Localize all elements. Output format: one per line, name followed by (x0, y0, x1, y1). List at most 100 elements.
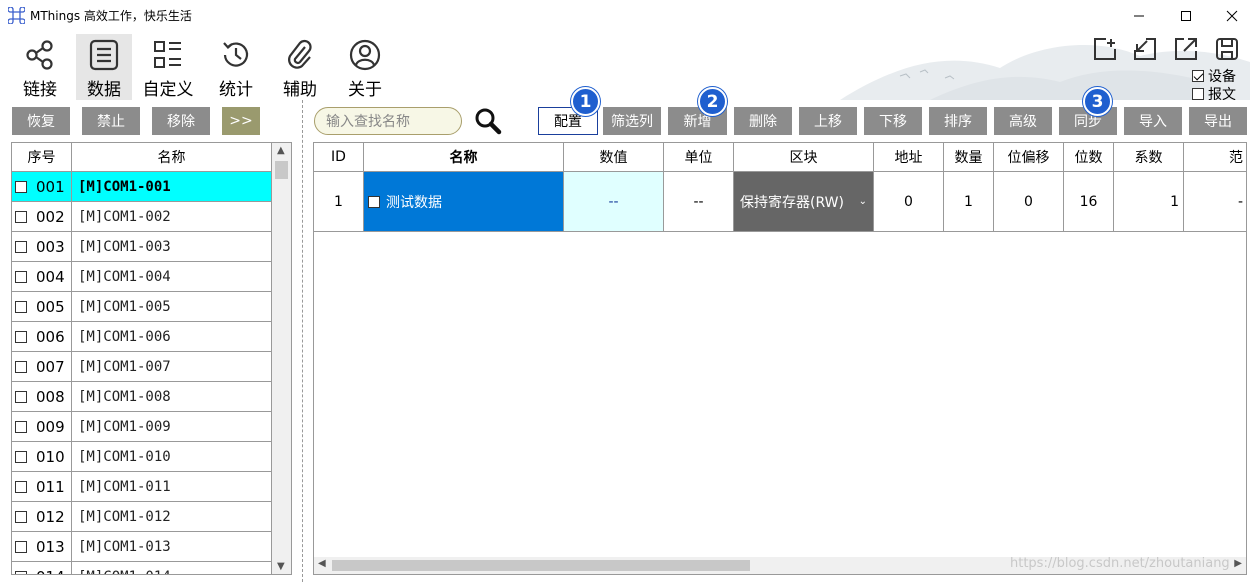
option-message[interactable]: 报文 (1192, 84, 1236, 100)
sort-button[interactable]: 排序 (929, 107, 987, 135)
import-button[interactable]: 导入 (1124, 107, 1182, 135)
col-count[interactable]: 数量 (944, 143, 994, 171)
cell-factor[interactable]: 1 (1114, 172, 1184, 231)
scroll-left-icon[interactable]: ◀ (318, 558, 326, 569)
cell-value[interactable]: -- (564, 172, 664, 231)
hscroll-thumb[interactable] (332, 560, 750, 571)
list-item[interactable]: 002 [M]COM1-002 (12, 202, 272, 232)
delete-button[interactable]: 删除 (734, 107, 792, 135)
step-badge-1: 1 (571, 87, 600, 116)
tool-assist[interactable]: 辅助 (272, 34, 328, 100)
move-down-button[interactable]: 下移 (864, 107, 922, 135)
list-item-checkbox[interactable] (15, 360, 27, 373)
list-item[interactable]: 003 [M]COM1-003 (12, 232, 272, 262)
cell-bit-offset[interactable]: 0 (994, 172, 1064, 231)
list-item-checkbox[interactable] (15, 210, 27, 223)
tool-about[interactable]: 关于 (337, 34, 393, 100)
scroll-right-icon[interactable]: ▶ (1234, 558, 1242, 569)
user-icon (349, 39, 381, 71)
tool-custom[interactable]: 自定义 (140, 34, 196, 100)
table-row[interactable]: 1 测试数据 -- -- 保持寄存器(RW) ⌄ 0 1 0 16 1 - (314, 172, 1246, 232)
cell-id[interactable]: 1 (314, 172, 364, 231)
list-item[interactable]: 005 [M]COM1-005 (12, 292, 272, 322)
list-item[interactable]: 007 [M]COM1-007 (12, 352, 272, 382)
list-item[interactable]: 008 [M]COM1-008 (12, 382, 272, 412)
message-checkbox[interactable] (1192, 88, 1204, 100)
maximize-button[interactable] (1163, 0, 1209, 31)
list-item-checkbox[interactable] (15, 570, 27, 574)
list-item-checkbox[interactable] (15, 180, 27, 193)
move-up-button[interactable]: 上移 (799, 107, 857, 135)
col-value[interactable]: 数值 (564, 143, 664, 171)
dock-in-icon[interactable] (1132, 36, 1158, 62)
close-button[interactable] (1209, 0, 1255, 31)
list-item-checkbox[interactable] (15, 480, 27, 493)
list-item[interactable]: 012 [M]COM1-012 (12, 502, 272, 532)
col-range[interactable]: 范 (1184, 143, 1246, 171)
list-item-no-text: 011 (36, 477, 65, 496)
advanced-button[interactable]: 高级 (994, 107, 1052, 135)
add-window-icon[interactable] (1092, 36, 1118, 62)
list-item-no: 001 (12, 172, 72, 201)
col-id[interactable]: ID (314, 143, 364, 171)
list-item-checkbox[interactable] (15, 420, 27, 433)
export-button[interactable]: 导出 (1189, 107, 1247, 135)
col-name[interactable]: 名称 (364, 143, 564, 171)
cell-address[interactable]: 0 (874, 172, 944, 231)
disable-button[interactable]: 禁止 (82, 107, 140, 135)
scroll-thumb[interactable] (275, 161, 288, 179)
cell-count[interactable]: 1 (944, 172, 994, 231)
list-item-name: [M]COM1-007 (72, 352, 272, 381)
col-address[interactable]: 地址 (874, 143, 944, 171)
list-item[interactable]: 009 [M]COM1-009 (12, 412, 272, 442)
scroll-down-icon[interactable]: ▼ (277, 561, 285, 572)
cell-name[interactable]: 测试数据 (364, 172, 564, 231)
list-item-checkbox[interactable] (15, 240, 27, 253)
search-input[interactable]: 输入查找名称 (314, 107, 462, 135)
list-item[interactable]: 010 [M]COM1-010 (12, 442, 272, 472)
device-list-scrollbar[interactable]: ▲ ▼ (272, 143, 291, 574)
header-no[interactable]: 序号 (12, 143, 72, 171)
option-device[interactable]: 设备 (1192, 66, 1236, 86)
col-bit-offset[interactable]: 位偏移 (994, 143, 1064, 171)
col-factor[interactable]: 系数 (1114, 143, 1184, 171)
row-checkbox[interactable] (368, 195, 380, 208)
list-item-checkbox[interactable] (15, 390, 27, 403)
list-item-checkbox[interactable] (15, 450, 27, 463)
share-icon (26, 40, 53, 70)
expand-button[interactable]: >> (222, 107, 260, 135)
tool-data[interactable]: 数据 (76, 34, 132, 100)
list-item-checkbox[interactable] (15, 270, 27, 283)
cell-unit[interactable]: -- (664, 172, 734, 231)
tool-link[interactable]: 链接 (12, 34, 68, 100)
device-checkbox[interactable] (1192, 70, 1204, 82)
restore-button[interactable]: 恢复 (12, 107, 70, 135)
list-item[interactable]: 014 [M]COM1-014 (12, 562, 272, 574)
list-item-checkbox[interactable] (15, 300, 27, 313)
filter-columns-button[interactable]: 筛选列 (603, 107, 661, 135)
search-icon[interactable] (474, 107, 502, 135)
minimize-button[interactable] (1116, 0, 1162, 31)
panel-splitter[interactable] (302, 100, 303, 582)
list-item[interactable]: 011 [M]COM1-011 (12, 472, 272, 502)
list-item-checkbox[interactable] (15, 330, 27, 343)
list-item[interactable]: 013 [M]COM1-013 (12, 532, 272, 562)
list-item[interactable]: 006 [M]COM1-006 (12, 322, 272, 352)
save-icon[interactable] (1214, 36, 1240, 62)
col-unit[interactable]: 单位 (664, 143, 734, 171)
list-item-checkbox[interactable] (15, 540, 27, 553)
cell-range[interactable]: - (1184, 172, 1246, 231)
scroll-up-icon[interactable]: ▲ (277, 145, 285, 156)
col-bits[interactable]: 位数 (1064, 143, 1114, 171)
col-block[interactable]: 区块 (734, 143, 874, 171)
tool-stats[interactable]: 统计 (208, 34, 264, 100)
header-name[interactable]: 名称 (72, 143, 272, 171)
cell-bits[interactable]: 16 (1064, 172, 1114, 231)
list-item[interactable]: 001 [M]COM1-001 (12, 172, 272, 202)
cell-block-select[interactable]: 保持寄存器(RW) ⌄ (734, 172, 874, 231)
close-icon (1226, 10, 1238, 21)
pop-out-icon[interactable] (1173, 36, 1199, 62)
list-item[interactable]: 004 [M]COM1-004 (12, 262, 272, 292)
list-item-checkbox[interactable] (15, 510, 27, 523)
remove-button[interactable]: 移除 (152, 107, 210, 135)
